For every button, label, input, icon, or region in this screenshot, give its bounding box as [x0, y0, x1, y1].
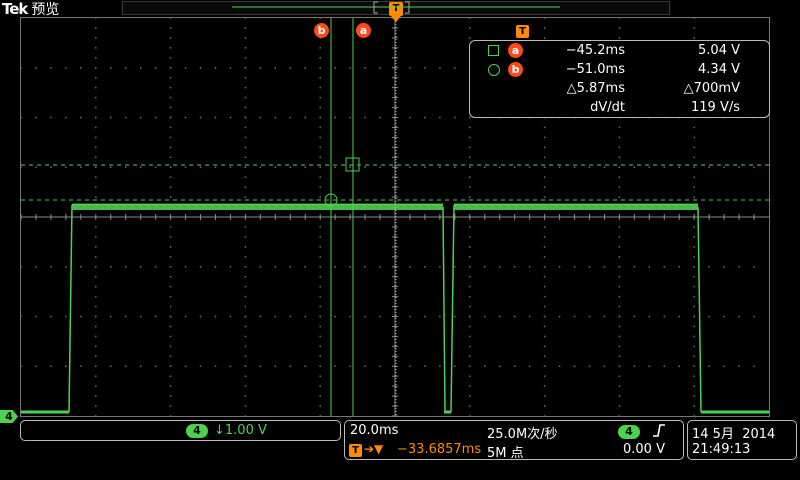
cursor-b-time: −51.0ms [565, 62, 625, 77]
brand-logo: Tek [2, 0, 28, 18]
time-display: 21:49:13 [692, 442, 751, 457]
trigger-position: −33.6857ms [397, 442, 482, 457]
circle-icon [488, 64, 500, 76]
brand: Tek 预览 [2, 0, 59, 18]
trigger-position-marker[interactable]: T [389, 2, 403, 16]
timebase-trigger-box[interactable]: 20.0ms 25.0M次/秒 4 T ➔▼ −33.6857ms 5M 点 0… [344, 420, 684, 461]
cursor-b-row: b −51.0ms 4.34 V [470, 61, 769, 79]
date-display: 14 5月 2014 [692, 427, 776, 442]
channel4-settings-box[interactable]: 4 ↓1.00 V [20, 420, 341, 441]
cursor-a-label: a [508, 43, 523, 58]
cursor-readout-panel[interactable]: a −45.2ms 5.04 V b −51.0ms 4.34 V △5.87m… [469, 40, 770, 118]
trigger-level: 0.00 V [623, 442, 665, 457]
trigger-source-badge: 4 [618, 425, 640, 439]
delta-row: △5.87ms △700mV [470, 80, 769, 98]
cursor-b-label: b [508, 62, 523, 77]
delta-voltage: △700mV [683, 81, 740, 96]
datetime-box: 14 5月 2014 21:49:13 [687, 420, 797, 460]
delta-time: △5.87ms [566, 81, 625, 96]
slope-label: dV/dt [590, 100, 625, 115]
trigger-icon: T [349, 444, 362, 457]
slope-row: dV/dt 119 V/s [470, 99, 769, 117]
rising-edge-icon [652, 422, 666, 438]
cursor-b-badge[interactable]: b [314, 23, 329, 38]
cursor-a-row: a −45.2ms 5.04 V [470, 42, 769, 60]
channel4-badge: 4 [186, 424, 208, 438]
channel4-ground-marker[interactable]: 4 [0, 410, 18, 423]
app-title: 预览 [31, 2, 60, 18]
cursor-a-badge[interactable]: a [356, 23, 371, 38]
square-icon [488, 45, 499, 56]
channel4-scale: ↓1.00 V [214, 423, 267, 438]
slope-value: 119 V/s [691, 100, 740, 115]
cursor-a-voltage: 5.04 V [698, 43, 740, 58]
cursor-a-time: −45.2ms [565, 43, 625, 58]
trigger-arrow-icon: ➔▼ [364, 442, 384, 456]
record-length: 5M 点 [487, 446, 524, 461]
cursor-b-voltage: 4.34 V [698, 62, 740, 77]
sample-rate: 25.0M次/秒 [487, 427, 558, 442]
readout-trigger-icon: T [516, 25, 529, 38]
timebase-scale: 20.0ms [350, 423, 399, 438]
